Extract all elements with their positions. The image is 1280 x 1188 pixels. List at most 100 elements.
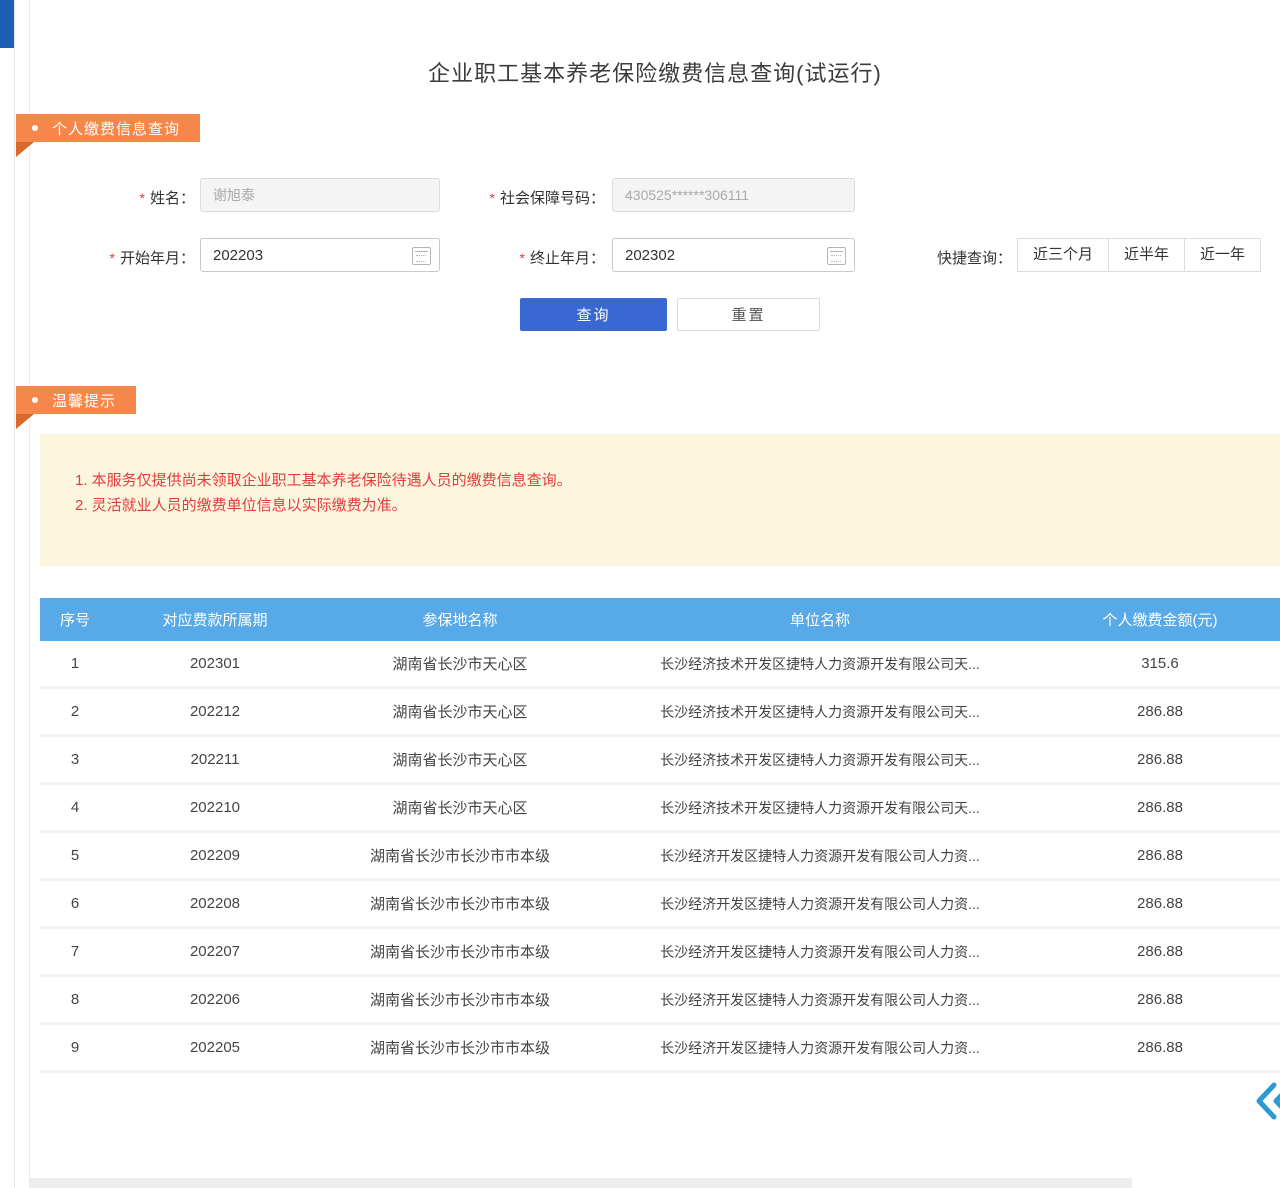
calendar-icon[interactable] — [412, 247, 431, 265]
cell-amount: 286.88 — [1040, 703, 1280, 720]
main-panel-edge — [29, 0, 30, 1188]
cell-period: 202209 — [110, 847, 320, 864]
quick-last-half-year-button[interactable]: 近半年 — [1108, 238, 1185, 272]
notice-line: 2. 灵活就业人员的缴费单位信息以实际缴费为准。 — [75, 493, 1260, 518]
cell-area: 湖南省长沙市长沙市市本级 — [320, 893, 600, 914]
cell-area: 湖南省长沙市天心区 — [320, 653, 600, 674]
cell-area: 湖南省长沙市长沙市市本级 — [320, 1037, 600, 1058]
section-badge-tips: 温馨提示 — [16, 386, 136, 414]
cell-seq: 4 — [40, 799, 110, 816]
start-date-input[interactable] — [200, 238, 440, 272]
ribbon-fold — [16, 414, 34, 429]
quick-query-group: 近三个月 近半年 近一年 — [1018, 238, 1261, 272]
cell-amount: 286.88 — [1040, 847, 1280, 864]
cell-company: 长沙经济开发区捷特人力资源开发有限公司人力资... — [600, 942, 1040, 962]
cell-seq: 6 — [40, 895, 110, 912]
table-row[interactable]: 8 202206 湖南省长沙市长沙市市本级 长沙经济开发区捷特人力资源开发有限公… — [40, 977, 1280, 1025]
cell-company: 长沙经济开发区捷特人力资源开发有限公司人力资... — [600, 894, 1040, 914]
cell-seq: 8 — [40, 991, 110, 1008]
cell-period: 202212 — [110, 703, 320, 720]
table-row[interactable]: 6 202208 湖南省长沙市长沙市市本级 长沙经济开发区捷特人力资源开发有限公… — [40, 881, 1280, 929]
col-header-company: 单位名称 — [600, 609, 1040, 630]
col-header-amount: 个人缴费金额(元) — [1040, 609, 1280, 630]
table-row[interactable]: 5 202209 湖南省长沙市长沙市市本级 长沙经济开发区捷特人力资源开发有限公… — [40, 833, 1280, 881]
cell-area: 湖南省长沙市长沙市市本级 — [320, 941, 600, 962]
calendar-icon[interactable] — [827, 247, 846, 265]
cell-amount: 286.88 — [1040, 1039, 1280, 1056]
quick-last-3-months-button[interactable]: 近三个月 — [1017, 238, 1109, 272]
reset-button[interactable]: 重置 — [677, 298, 820, 331]
section-badge-personal-query: 个人缴费信息查询 — [16, 114, 200, 142]
results-table: 序号 对应费款所属期 参保地名称 单位名称 个人缴费金额(元) 1 202301… — [40, 598, 1280, 1073]
cell-amount: 315.6 — [1040, 655, 1280, 672]
cell-company: 长沙经济开发区捷特人力资源开发有限公司人力资... — [600, 1038, 1040, 1058]
cell-seq: 9 — [40, 1039, 110, 1056]
cell-company: 长沙经济技术开发区捷特人力资源开发有限公司天... — [600, 702, 1040, 722]
cell-period: 202205 — [110, 1039, 320, 1056]
cell-period: 202207 — [110, 943, 320, 960]
cell-company: 长沙经济技术开发区捷特人力资源开发有限公司天... — [600, 798, 1040, 818]
table-row[interactable]: 4 202210 湖南省长沙市天心区 长沙经济技术开发区捷特人力资源开发有限公司… — [40, 785, 1280, 833]
table-header-row: 序号 对应费款所属期 参保地名称 单位名称 个人缴费金额(元) — [40, 598, 1280, 641]
col-header-period: 对应费款所属期 — [110, 609, 320, 630]
table-row[interactable]: 1 202301 湖南省长沙市天心区 长沙经济技术开发区捷特人力资源开发有限公司… — [40, 641, 1280, 689]
table-row[interactable]: 9 202205 湖南省长沙市长沙市市本级 长沙经济开发区捷特人力资源开发有限公… — [40, 1025, 1280, 1073]
section-badge-label: 个人缴费信息查询 — [52, 118, 180, 139]
cell-period: 202301 — [110, 655, 320, 672]
cell-seq: 1 — [40, 655, 110, 672]
quick-last-year-button[interactable]: 近一年 — [1184, 238, 1261, 272]
cell-amount: 286.88 — [1040, 943, 1280, 960]
cell-amount: 286.88 — [1040, 991, 1280, 1008]
section-badge-label: 温馨提示 — [52, 390, 116, 411]
cell-amount: 286.88 — [1040, 895, 1280, 912]
required-mark: * — [110, 250, 115, 266]
notice-line: 1. 本服务仅提供尚未领取企业职工基本养老保险待遇人员的缴费信息查询。 — [75, 468, 1260, 493]
required-mark: * — [140, 190, 145, 206]
cell-period: 202211 — [110, 751, 320, 768]
required-mark: * — [490, 190, 495, 206]
quick-query-label: 快捷查询： — [882, 247, 1012, 268]
cell-period: 202210 — [110, 799, 320, 816]
cell-company: 长沙经济技术开发区捷特人力资源开发有限公司天... — [600, 750, 1040, 770]
cell-area: 湖南省长沙市天心区 — [320, 749, 600, 770]
left-panel-fragment — [0, 0, 15, 48]
cell-seq: 7 — [40, 943, 110, 960]
cell-area: 湖南省长沙市天心区 — [320, 797, 600, 818]
footer-strip — [30, 1178, 1132, 1188]
ribbon-fold — [16, 142, 34, 157]
cell-company: 长沙经济技术开发区捷特人力资源开发有限公司天... — [600, 654, 1040, 674]
end-date-input[interactable] — [612, 238, 855, 272]
cell-area: 湖南省长沙市天心区 — [320, 701, 600, 722]
col-header-area: 参保地名称 — [320, 609, 600, 630]
ssn-input[interactable] — [612, 178, 855, 212]
cell-seq: 3 — [40, 751, 110, 768]
bullet-icon — [32, 125, 38, 131]
end-date-field — [612, 238, 855, 272]
name-input[interactable] — [200, 178, 440, 212]
cell-area: 湖南省长沙市长沙市市本级 — [320, 989, 600, 1010]
cell-amount: 286.88 — [1040, 751, 1280, 768]
cell-amount: 286.88 — [1040, 799, 1280, 816]
table-row[interactable]: 3 202211 湖南省长沙市天心区 长沙经济技术开发区捷特人力资源开发有限公司… — [40, 737, 1280, 785]
required-mark: * — [520, 250, 525, 266]
cell-area: 湖南省长沙市长沙市市本级 — [320, 845, 600, 866]
table-row[interactable]: 7 202207 湖南省长沙市长沙市市本级 长沙经济开发区捷特人力资源开发有限公… — [40, 929, 1280, 977]
name-label: *姓名： — [45, 187, 195, 208]
collapse-chevron-icon[interactable] — [1254, 1082, 1280, 1125]
cell-period: 202208 — [110, 895, 320, 912]
col-header-seq: 序号 — [40, 609, 110, 630]
start-date-label: *开始年月： — [45, 247, 195, 268]
left-rail-divider — [14, 0, 15, 1188]
cell-company: 长沙经济开发区捷特人力资源开发有限公司人力资... — [600, 846, 1040, 866]
bullet-icon — [32, 397, 38, 403]
page-title: 企业职工基本养老保险缴费信息查询(试运行) — [30, 56, 1280, 88]
table-row[interactable]: 2 202212 湖南省长沙市天心区 长沙经济技术开发区捷特人力资源开发有限公司… — [40, 689, 1280, 737]
end-date-label: *终止年月： — [450, 247, 605, 268]
cell-period: 202206 — [110, 991, 320, 1008]
cell-seq: 5 — [40, 847, 110, 864]
start-date-field — [200, 238, 440, 272]
page-root: 企业职工基本养老保险缴费信息查询(试运行) 个人缴费信息查询 *姓名： *社会保… — [0, 0, 1280, 1188]
query-button[interactable]: 查询 — [520, 298, 667, 331]
cell-company: 长沙经济开发区捷特人力资源开发有限公司人力资... — [600, 990, 1040, 1010]
notice-box: 1. 本服务仅提供尚未领取企业职工基本养老保险待遇人员的缴费信息查询。 2. 灵… — [40, 434, 1280, 566]
